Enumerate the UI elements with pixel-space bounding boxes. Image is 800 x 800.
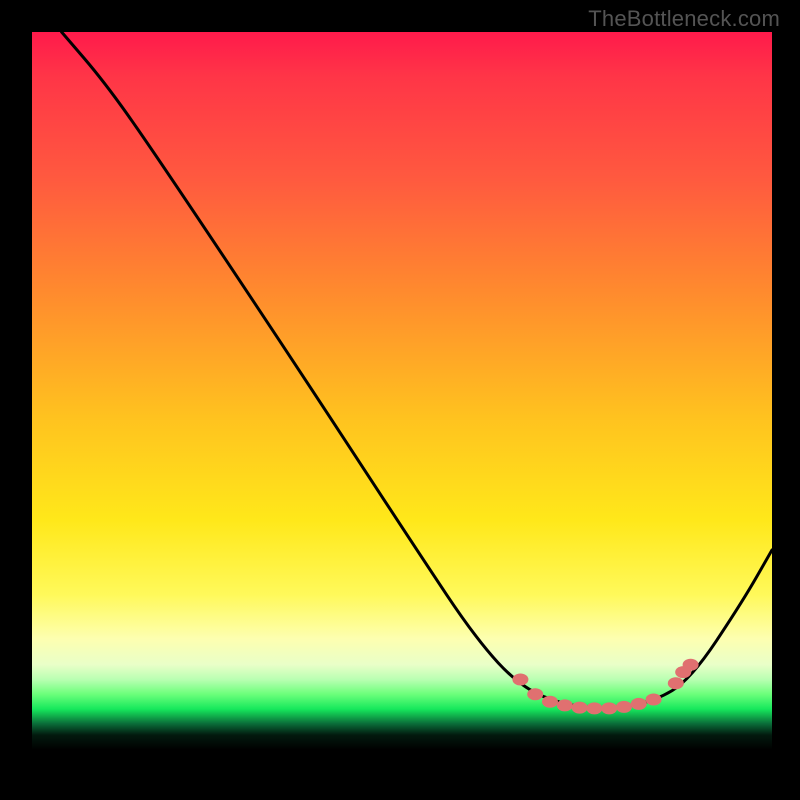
marker-dot [616, 701, 632, 713]
marker-dot [668, 677, 684, 689]
marker-dot [572, 702, 588, 714]
marker-dot [557, 699, 573, 711]
marker-dot [512, 674, 528, 686]
marker-dot [683, 659, 699, 671]
bottleneck-curve [62, 32, 772, 708]
marker-group [512, 659, 698, 715]
marker-dot [527, 688, 543, 700]
marker-dot [646, 693, 662, 705]
marker-dot [601, 702, 617, 714]
marker-dot [631, 698, 647, 710]
chart-frame: TheBottleneck.com [0, 0, 800, 800]
watermark-text: TheBottleneck.com [588, 6, 780, 32]
chart-svg [32, 32, 772, 772]
marker-dot [542, 696, 558, 708]
marker-dot [586, 702, 602, 714]
plot-area [32, 32, 772, 772]
